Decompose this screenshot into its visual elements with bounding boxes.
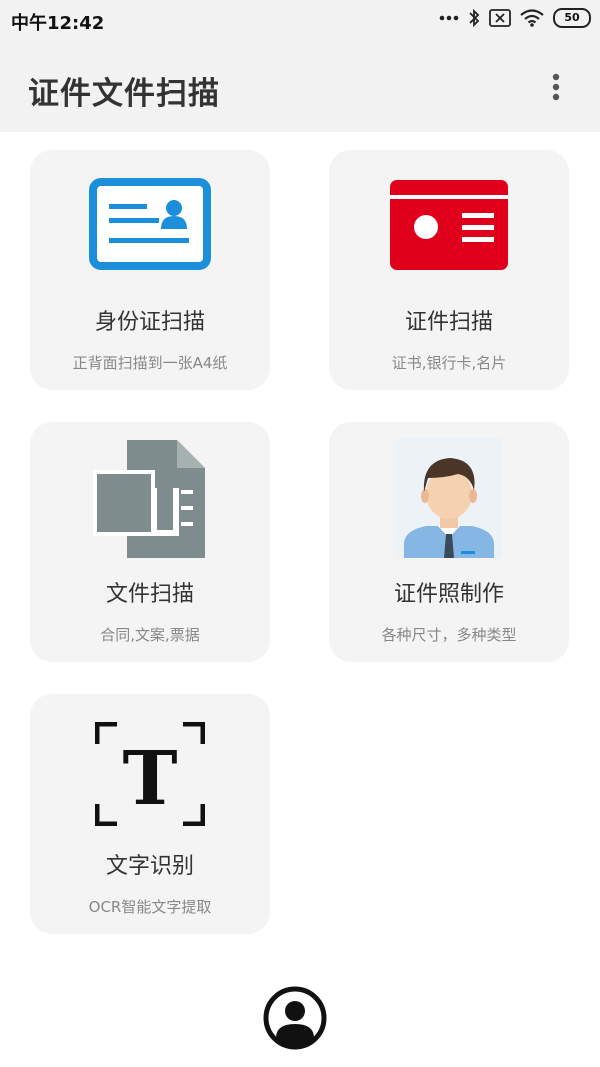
text-ocr-icon: T — [95, 722, 205, 826]
more-notifications-icon — [439, 15, 459, 21]
card-subtitle: 各种尺寸，多种类型 — [381, 626, 517, 644]
card-id-scan[interactable]: 身份证扫描 正背面扫描到一张A4纸 — [30, 150, 270, 390]
card-title: 证件照制作 — [393, 582, 504, 607]
id-card-icon — [89, 178, 211, 270]
page-title: 证件文件扫描 — [28, 76, 220, 112]
wifi-icon — [520, 9, 544, 27]
svg-text:T: T — [122, 736, 177, 822]
card-title: 证件扫描 — [404, 310, 493, 335]
card-id-photo[interactable]: 证件照制作 各种尺寸，多种类型 — [329, 422, 569, 662]
no-sim-icon — [489, 9, 511, 27]
card-certificate-scan[interactable]: 证件扫描 证书,银行卡,名片 — [329, 150, 569, 390]
card-title: 身份证扫描 — [94, 310, 205, 335]
card-subtitle: 证书,银行卡,名片 — [391, 354, 507, 372]
portrait-icon — [396, 438, 502, 558]
bluetooth-icon — [469, 8, 480, 28]
document-icon — [93, 440, 205, 558]
card-subtitle: 合同,文案,票据 — [100, 626, 200, 644]
app-bar: 证件文件扫描 — [0, 40, 600, 132]
card-title: 文件扫描 — [105, 582, 194, 607]
card-title: 文字识别 — [105, 854, 194, 879]
card-text-recognition[interactable]: T 文字识别 OCR智能文字提取 — [30, 694, 270, 934]
battery-indicator: 50 — [553, 8, 591, 28]
status-icons: 50 — [439, 8, 591, 28]
overflow-menu-icon[interactable] — [546, 72, 566, 102]
red-card-icon — [390, 180, 508, 270]
status-time: 中午12:42 — [11, 13, 105, 34]
card-subtitle: 正背面扫描到一张A4纸 — [72, 354, 228, 372]
card-document-scan[interactable]: 文件扫描 合同,文案,票据 — [30, 422, 270, 662]
card-subtitle: OCR智能文字提取 — [88, 898, 212, 916]
user-profile-icon[interactable] — [263, 986, 327, 1050]
status-bar: 中午12:42 50 — [0, 0, 600, 40]
